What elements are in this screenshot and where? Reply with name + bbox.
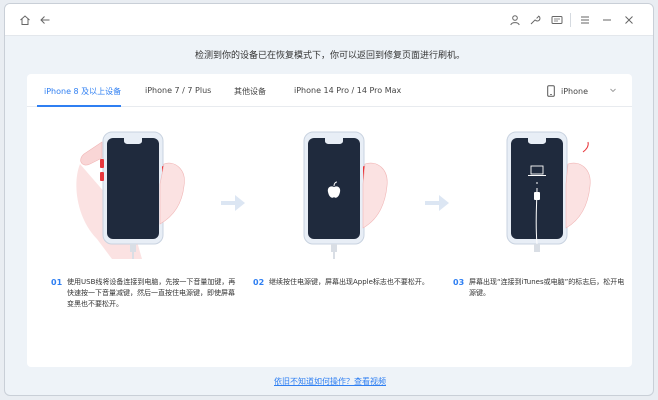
device-select[interactable]: iPhone (547, 83, 616, 99)
step3-text: 屏幕出现“连接到iTunes或电脑”的标志后，松开电源键。 (469, 278, 625, 297)
step3-illustration (506, 131, 591, 259)
instruction-text: 检测到你的设备已在恢复模式下，你可以返回到修复页面进行刷机。 (194, 51, 465, 61)
menu-icon[interactable] (577, 12, 593, 28)
arrow-right-icon (425, 195, 449, 211)
message-icon[interactable] (549, 12, 565, 28)
tab-iphone8-and-later[interactable]: iPhone 8 及以上设备 (44, 86, 121, 97)
wrench-icon[interactable] (527, 12, 543, 28)
tab-iphone7[interactable]: iPhone 7 / 7 Plus (145, 86, 211, 95)
guide-card: iPhone 8 及以上设备 iPhone 7 / 7 Plus 其他设备 iP… (27, 74, 632, 367)
step2-number: 02 (253, 278, 265, 287)
step2-text: 继续按住电源键，屏幕出现Apple标志也不要松开。 (269, 278, 429, 286)
user-icon[interactable] (507, 12, 523, 28)
back-icon[interactable] (37, 12, 53, 28)
title-bar (5, 4, 653, 36)
close-icon[interactable] (621, 12, 637, 28)
tab-other-devices[interactable]: 其他设备 (234, 86, 266, 97)
tab-iphone14-pro[interactable]: iPhone 14 Pro / 14 Pro Max (294, 86, 401, 95)
minimize-icon[interactable] (599, 12, 615, 28)
step1-number: 01 (51, 278, 63, 287)
device-select-value: iPhone (561, 86, 589, 96)
step1-illustration (76, 131, 185, 259)
arrow-right-icon (221, 195, 245, 211)
phone-icon (547, 85, 555, 97)
titlebar-divider (570, 13, 571, 27)
step2-illustration (303, 131, 388, 259)
app-window: 检测到你的设备已在恢复模式下，你可以返回到修复页面进行刷机。 iPhone 8 … (4, 3, 654, 396)
active-tab-indicator (37, 105, 121, 107)
step3-number: 03 (453, 278, 465, 287)
home-icon[interactable] (17, 12, 33, 28)
chevron-down-icon (610, 88, 616, 93)
step1-text: 使用USB线将设备连接到电脑，先按一下音量加键，再快速按一下音量减键，然后一直按… (67, 278, 236, 308)
help-video-link[interactable]: 依旧不知道如何操作？查看视频 (5, 376, 653, 387)
device-tabs: iPhone 8 及以上设备 iPhone 7 / 7 Plus 其他设备 iP… (27, 74, 632, 107)
